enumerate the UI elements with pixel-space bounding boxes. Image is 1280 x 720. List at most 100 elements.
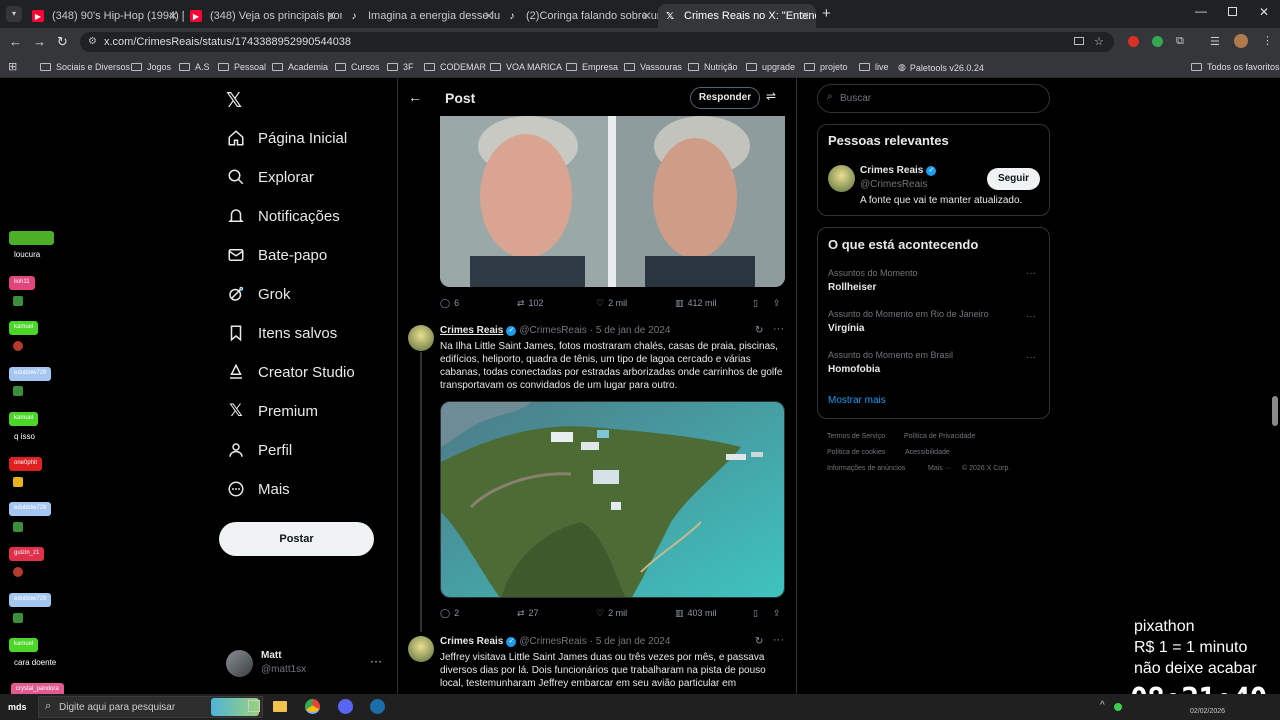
follow-button[interactable]: Seguir [987,168,1040,190]
scrollbar-thumb[interactable] [1272,396,1278,426]
nav-more[interactable]: Mais [226,479,290,499]
bookmark-folder[interactable]: 3F [387,62,414,72]
chrome-icon[interactable] [305,699,320,714]
like-action[interactable]: ♡ 2 mil [596,608,627,619]
nav-explore[interactable]: Explorar [226,167,314,187]
relevant-name[interactable]: Crimes Reais ✓ [860,165,937,176]
bookmark-folder[interactable]: A.S [179,62,210,72]
bookmark-action[interactable]: ▯ [753,298,758,309]
grok-icon[interactable]: ↻ [755,636,763,647]
nav-profile[interactable]: Perfil [226,440,292,460]
bookmark-link[interactable]: ◍ Paletools v26.0.24 [898,62,984,73]
extension-icon[interactable]: ⧉ [1176,35,1184,48]
grok-icon[interactable]: ↻ [755,325,763,336]
footer-link[interactable]: Política de Privacidade [904,433,975,440]
browser-tab[interactable]: ▶ (348) 90's Hip-Hop (1994) [Lost✕ [26,4,184,28]
footer-link[interactable]: Informações de anúncios [827,465,905,472]
bookmark-folder[interactable]: Empresa [566,62,618,72]
footer-link[interactable]: Termos de Serviço [827,433,885,440]
avatar[interactable] [408,325,434,351]
search-input[interactable]: ⌕ Buscar [817,84,1050,113]
tweet-image-mugshot[interactable] [440,116,785,287]
bookmark-folder[interactable]: Nutrição [688,62,738,72]
browser-tab[interactable]: ♪ Imagina a energia desse lugar?✕ [342,4,501,28]
site-info-icon[interactable]: ⚙ [88,32,97,52]
tweet-image-island[interactable] [440,401,785,598]
views-action[interactable]: ▥ 412 mil [675,298,717,309]
cast-icon[interactable] [1074,37,1084,45]
close-tab-icon[interactable]: ✕ [326,9,336,23]
nav-bookmarks[interactable]: Itens salvos [226,323,337,343]
back-icon[interactable]: ← [9,34,22,49]
bookmark-folder[interactable]: VOA MARICA [490,62,562,72]
discord-icon[interactable] [338,699,353,714]
repost-action[interactable]: ⇄ 27 [517,608,539,619]
more-icon[interactable]: ··· [773,634,784,646]
reload-icon[interactable]: ↻ [57,34,68,50]
browser-tab[interactable]: ♪ (2)Coringa falando sobre um an✕ [500,4,659,28]
footer-link[interactable]: Mais ··· [928,465,952,472]
like-action[interactable]: ♡ 2 mil [596,298,627,309]
more-icon[interactable]: ··· [1026,311,1036,322]
nav-grok[interactable]: Grok [226,284,291,304]
repost-action[interactable]: ⇄ 102 [517,298,544,309]
new-tab-button[interactable]: + [822,5,831,22]
show-more-link[interactable]: Mostrar mais [828,395,886,406]
footer-link[interactable]: Política de cookies [827,449,885,456]
more-icon[interactable]: ··· [1026,352,1036,363]
browser-tab-active[interactable]: 𝕏 Crimes Reais no X: "Entenda o✕ [658,4,816,28]
tab-search-button[interactable]: ▾ [6,6,22,22]
reply-action[interactable]: ◯ 2 [440,608,459,619]
bookmark-folder[interactable]: Cursos [335,62,380,72]
bookmark-folder[interactable]: Vassouras [624,62,682,72]
trend-item[interactable]: Assuntos do Momento Rollheiser [828,268,1038,293]
reply-action[interactable]: ◯ 6 [440,298,459,309]
menu-icon[interactable]: ⋮ [1262,34,1273,47]
steam-icon[interactable] [370,699,385,714]
all-bookmarks[interactable]: Todos os favoritos [1191,62,1280,72]
trend-item[interactable]: Assunto do Momento em Rio de Janeiro Vir… [828,309,1038,334]
nav-home[interactable]: Página Inicial [226,128,347,148]
footer-link[interactable]: Acessibilidade [905,449,950,456]
extension-icon[interactable] [1128,36,1139,47]
close-tab-icon[interactable]: ✕ [168,9,178,23]
author-name[interactable]: Crimes Reais [440,636,503,647]
close-tab-icon[interactable]: ✕ [642,9,652,23]
bookmark-folder[interactable]: Jogos [131,62,171,72]
browser-tab[interactable]: ▶ (348) Veja os principais pontos✕ [184,4,342,28]
more-icon[interactable]: ··· [1026,268,1036,279]
tweet-date[interactable]: · 5 de jan de 2024 [590,325,671,336]
puzzle-icon[interactable]: ☰ [1210,35,1220,48]
restore-icon[interactable] [1228,7,1237,16]
author-handle[interactable]: @CrimesReais [519,325,586,336]
back-arrow-icon[interactable]: ← [408,89,422,105]
url-bar[interactable]: ⚙ x.com/CrimesReais/status/1743388952990… [80,32,1114,52]
nav-notifications[interactable]: Notificações [226,206,340,226]
nav-premium[interactable]: 𝕏 Premium [226,401,318,421]
star-icon[interactable]: ☆ [1094,32,1104,52]
forward-icon[interactable]: → [33,34,46,49]
nav-creator-studio[interactable]: Creator Studio [226,362,355,382]
filter-icon[interactable]: ⇌ [766,89,776,103]
profile-avatar[interactable] [1234,34,1248,48]
nav-chat[interactable]: Bate-papo [226,245,327,265]
tweet-date[interactable]: · 5 de jan de 2024 [590,636,671,647]
x-logo-icon[interactable]: 𝕏 [226,88,242,113]
bookmark-folder[interactable]: live [859,62,889,72]
author-handle[interactable]: @CrimesReais [519,636,586,647]
clock[interactable]: 02/02/2026 [1190,708,1225,715]
taskbar-search[interactable]: ⌕ Digite aqui para pesquisar [38,696,263,718]
share-action[interactable]: ⇪ [773,608,781,619]
bookmark-folder[interactable]: upgrade [746,62,795,72]
apps-icon[interactable]: ⊞ [8,60,17,73]
close-window-icon[interactable]: ✕ [1259,5,1269,19]
tray-up-icon[interactable]: ^ [1100,700,1105,711]
close-tab-icon[interactable]: ✕ [484,9,494,23]
windows-start-icon[interactable]: mds [8,702,27,712]
author-name[interactable]: Crimes Reais [440,325,503,336]
close-tab-icon[interactable]: ✕ [800,9,810,23]
relevant-handle[interactable]: @CrimesReais [860,179,927,190]
bookmark-folder[interactable]: CODEMAR [424,62,486,72]
bookmark-action[interactable]: ▯ [753,608,758,619]
extension-icon[interactable] [1152,36,1163,47]
